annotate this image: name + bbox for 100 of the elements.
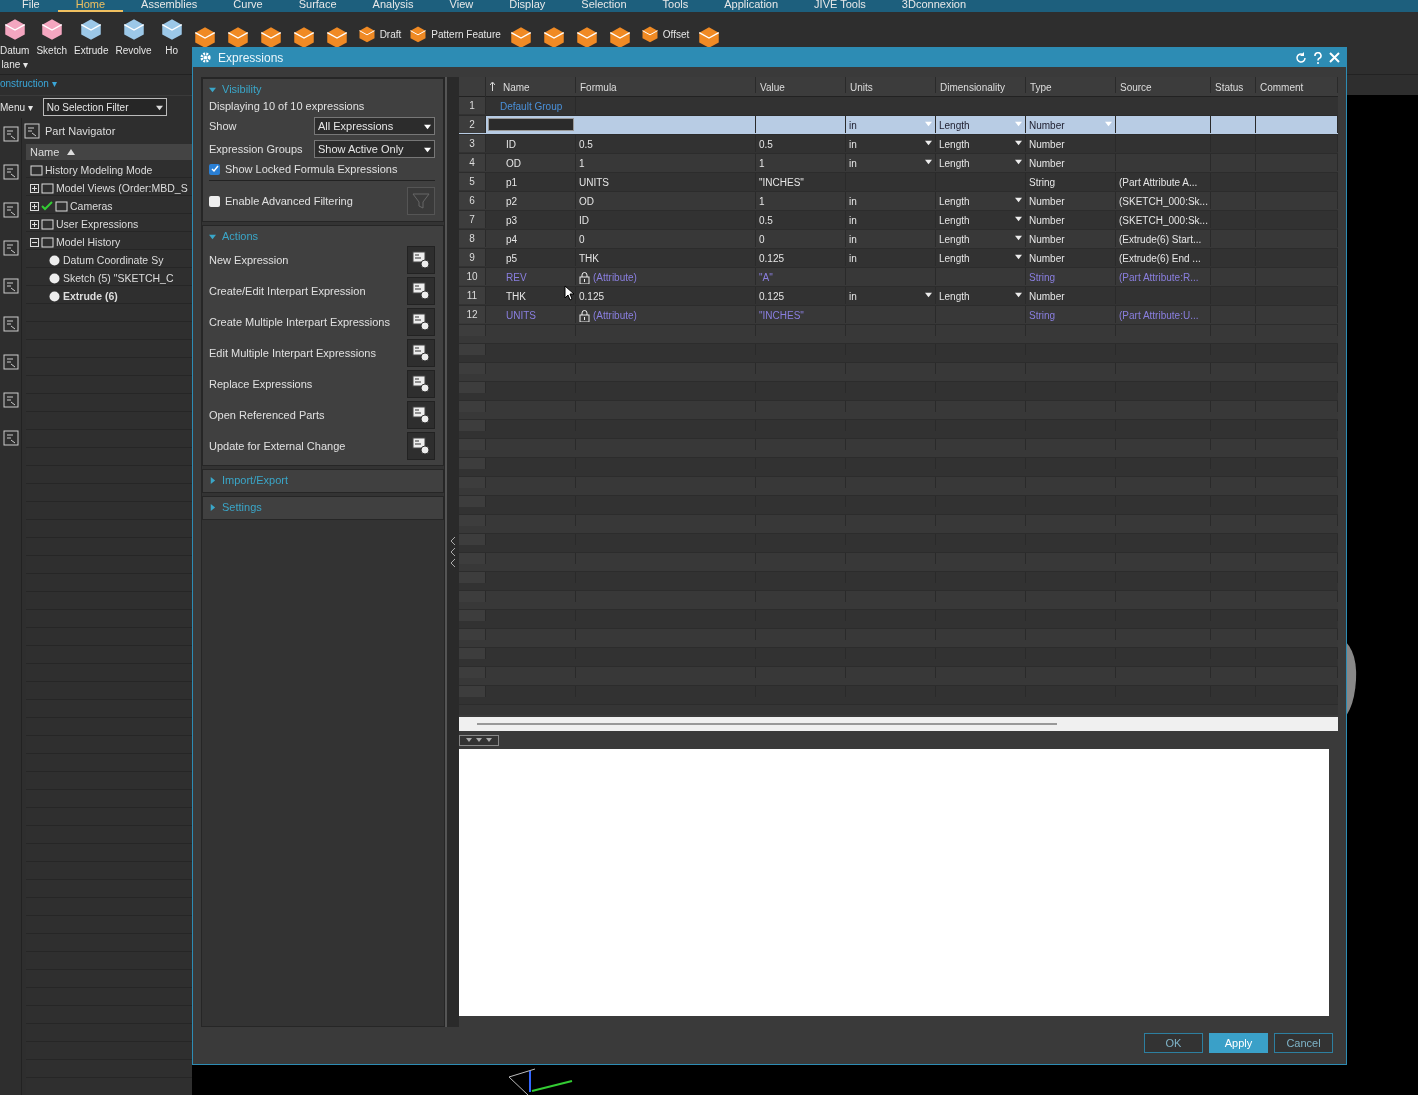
menu-button[interactable]: Menu ▾ [0,101,33,113]
reset-button[interactable] [1295,51,1307,64]
action-label: New Expression [209,253,289,266]
ribbon-tab[interactable]: JIVE Tools [796,0,884,12]
expand-icon[interactable] [30,219,39,229]
expand-icon[interactable] [30,183,39,193]
tree-item[interactable]: Extrude (6) [26,287,192,305]
action-button[interactable] [407,245,435,274]
action-button[interactable] [407,276,435,305]
table-row[interactable]: 4 OD 1 1 in Length Number [459,154,1338,173]
tree-item[interactable]: History Modeling Mode [26,161,192,179]
name-input-field[interactable] [488,118,574,131]
close-button[interactable] [1329,52,1340,63]
table-cell: "INCHES" [756,306,846,323]
table-row[interactable]: 10 REV (Attribute) "A" String (Part Attribute:R... [459,268,1338,287]
section-header[interactable]: Visibility [209,83,435,95]
table-cell: Number [1026,192,1116,209]
row-number: 11 [459,287,486,304]
tree-item[interactable]: Cameras [26,197,192,215]
splitter-handle[interactable] [445,77,459,1027]
tree-item[interactable]: Sketch (5) "SKETCH_C [26,269,192,287]
construction-label[interactable]: onstruction ▾ [0,75,192,95]
options-button[interactable] [459,734,499,746]
horizontal-scrollbar[interactable] [459,717,1338,731]
table-cell: (Part Attribute:U... [1116,306,1211,323]
column-header[interactable]: Type [1026,77,1116,93]
checkbox-box[interactable] [209,195,220,207]
tool-icon [2,278,19,294]
ribbon-tab[interactable]: Display [491,0,564,12]
table-cell: in [846,249,936,266]
tree-label: Model History [56,236,121,248]
column-header[interactable]: Dimensionality [936,77,1026,93]
ribbon-tab[interactable]: Application [706,0,797,12]
ribbon-tab[interactable]: Selection [563,0,645,12]
table-cell: UNITS [486,306,576,323]
expand-icon[interactable] [30,201,39,211]
ribbon-tab[interactable]: File [4,0,58,12]
dialog-button[interactable]: Cancel [1274,1033,1333,1053]
help-button[interactable] [1313,51,1323,64]
table-cell: p1 [486,173,576,190]
ribbon-tab[interactable]: Curve [215,0,281,12]
caret-icon [1015,215,1022,222]
tree-item[interactable]: Datum Coordinate Sy [26,251,192,269]
action-button[interactable] [407,307,435,336]
table-row[interactable]: 7 p3 ID 0.5 in Length Number (SKETCH_000:Sk... [459,211,1338,230]
table-row[interactable]: 3 ID 0.5 0.5 in Length Number [459,135,1338,154]
groups-dropdown[interactable]: Show Active Only [314,140,435,158]
column-header[interactable]: Status [1211,77,1256,93]
action-button[interactable] [407,400,435,429]
navigator-title: Part Navigator [45,125,116,137]
table-row[interactable]: 5 p1 UNITS "INCHES" String (Part Attribute A... [459,173,1338,192]
selection-filter-dropdown[interactable]: No Selection Filter [42,98,167,116]
column-header[interactable]: Name [26,144,192,160]
ribbon-tab[interactable]: View [431,0,492,12]
section-header[interactable]: Actions [209,230,435,242]
tree-item[interactable]: Model History [26,233,192,251]
dialog-button[interactable]: OK [1144,1033,1203,1053]
table-row[interactable]: 8 p4 0 0 in Length Number (Extrude(6) Start... [459,230,1338,249]
tool-label: Datum [0,45,30,56]
table-cell: (SKETCH_000:Sk... [1116,211,1211,228]
tree-item[interactable]: User Expressions [26,215,192,233]
collapse-icon[interactable] [30,237,39,247]
ribbon-tab[interactable]: Surface [280,0,355,12]
checkbox-box[interactable] [209,163,220,175]
row-number: 12 [459,306,486,323]
ribbon-tab[interactable]: Assemblies [123,0,216,12]
tool-icon[interactable] [408,24,429,44]
tree-item[interactable]: Model Views (Order:MBD_S [26,179,192,197]
row-number: 1 [459,97,486,114]
node-icon [55,199,68,213]
ribbon-tab[interactable]: Analysis [354,0,432,12]
action-button[interactable] [407,431,435,460]
table-row[interactable]: 6 p2 OD 1 in Length Number (SKETCH_000:Sk... [459,192,1338,211]
table-cell: in [846,135,936,152]
column-header[interactable]: Comment [1256,77,1338,93]
table-cell: "INCHES" [756,173,846,190]
checkbox[interactable]: Show Locked Formula Expressions [209,163,398,175]
table-cell: 1 [756,154,846,171]
column-header[interactable]: Name [486,77,576,93]
show-dropdown[interactable]: All Expressions [314,117,435,135]
column-header[interactable]: Units [846,77,936,93]
table-row[interactable]: 11 THK 0.125 0.125 in Length Number [459,287,1338,306]
column-header[interactable]: Formula [576,77,756,93]
column-header[interactable]: Source [1116,77,1211,93]
column-header[interactable]: Value [756,77,846,93]
action-button[interactable] [407,369,435,398]
table-row[interactable]: 2 in Length Number [459,116,1338,135]
node-icon [30,163,43,177]
ribbon-tab[interactable]: Tools [644,0,707,12]
row-number: 8 [459,230,486,247]
table-row[interactable]: 12 UNITS (Attribute) "INCHES" String (Part Attribute:U... [459,306,1338,325]
table-cell: OD [486,154,576,171]
table-row[interactable]: 9 p5 THK 0.125 in Length Number (Extrude(6) End ... [459,249,1338,268]
checkbox[interactable]: Enable Advanced Filtering [209,195,353,207]
group-name[interactable]: Default Group [486,97,576,114]
action-button[interactable] [407,338,435,367]
table-row[interactable]: 1 Default Group [459,97,1338,116]
tree-label: Sketch (5) "SKETCH_C [63,272,174,284]
tool-icon [2,126,19,142]
ribbon-tab[interactable]: 3Dconnexion [883,0,985,12]
